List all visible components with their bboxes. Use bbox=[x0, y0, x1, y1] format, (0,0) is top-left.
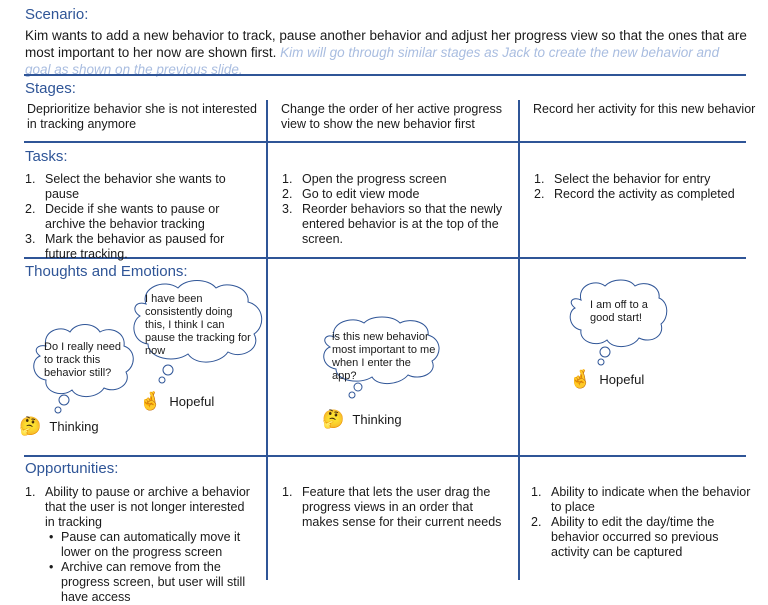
thought-text: I am off to a good start! bbox=[590, 299, 648, 324]
list-item: 1. Feature that lets the user drag the pr… bbox=[282, 485, 502, 529]
emotion-hopeful: 🤞 Hopeful bbox=[569, 369, 645, 389]
scenario-text: Kim wants to add a new behavior to track… bbox=[25, 27, 747, 78]
thinking-face-icon: 🤔 bbox=[19, 416, 42, 436]
list-item: 1. Select the behavior she wants to pause bbox=[25, 172, 226, 201]
stage-2: Change the order of her active progress … bbox=[281, 102, 502, 131]
list-item: 1. Select the behavior for entry bbox=[534, 172, 711, 186]
list-item: 2. Go to edit view mode bbox=[282, 187, 420, 201]
list-item: 2. Ability to edit the day/time the behav… bbox=[531, 515, 719, 559]
opportunities-list-1: 1. Ability to pause or archive a behavior… bbox=[25, 485, 257, 605]
divider-line bbox=[24, 74, 746, 76]
crossed-fingers-icon: 🤞 bbox=[139, 391, 162, 411]
list-item: 1. Open the progress screen bbox=[282, 172, 447, 186]
list-item: 1. Ability to pause or archive a behavior… bbox=[25, 485, 257, 605]
emotion-thinking: 🤔 Thinking bbox=[19, 416, 99, 436]
opportunities-list-3: 1. Ability to indicate when the behavior … bbox=[531, 485, 756, 560]
stage-1: Deprioritize behavior she is not interes… bbox=[27, 102, 257, 131]
tasks-list-3: 1. Select the behavior for entry 2. Record… bbox=[534, 172, 759, 202]
opportunities-heading: Opportunities: bbox=[25, 460, 119, 477]
thought-text: Do I really need to track this behavior … bbox=[44, 341, 122, 379]
thinking-face-icon: 🤔 bbox=[322, 409, 345, 429]
emotion-hopeful: 🤞 Hopeful bbox=[139, 391, 215, 411]
column-divider bbox=[518, 100, 520, 580]
emotion-thinking: 🤔 Thinking bbox=[322, 409, 402, 429]
thought-text: is this new behavior most important to m… bbox=[332, 331, 436, 382]
crossed-fingers-icon: 🤞 bbox=[569, 369, 592, 389]
tasks-list-1: 1. Select the behavior she wants to pause… bbox=[25, 172, 257, 262]
stage-3: Record her activity for this new behavio… bbox=[533, 102, 756, 116]
scenario-heading: Scenario: bbox=[25, 6, 89, 23]
list-item: 3. Reorder behaviors so that the newly en… bbox=[282, 202, 503, 246]
tasks-heading: Tasks: bbox=[25, 148, 68, 165]
list-item: 2. Decide if she wants to pause or archiv… bbox=[25, 202, 220, 231]
stages-heading: Stages: bbox=[25, 80, 76, 97]
list-item: Archive can remove from the progress scr… bbox=[45, 560, 257, 605]
list-item: 2. Record the activity as completed bbox=[534, 187, 735, 201]
divider-line bbox=[24, 455, 746, 457]
thought-text: I have been consistently doing this, I t… bbox=[145, 293, 251, 357]
tasks-list-2: 1. Open the progress screen 2. Go to edit … bbox=[282, 172, 504, 247]
list-item: 1. Ability to indicate when the behavior … bbox=[531, 485, 751, 514]
divider-line bbox=[24, 141, 746, 143]
opportunities-list-2: 1. Feature that lets the user drag the pr… bbox=[282, 485, 507, 530]
list-item: 3. Mark the behavior as paused for future… bbox=[25, 232, 225, 261]
list-item: Pause can automatically move it lower on… bbox=[45, 530, 257, 560]
